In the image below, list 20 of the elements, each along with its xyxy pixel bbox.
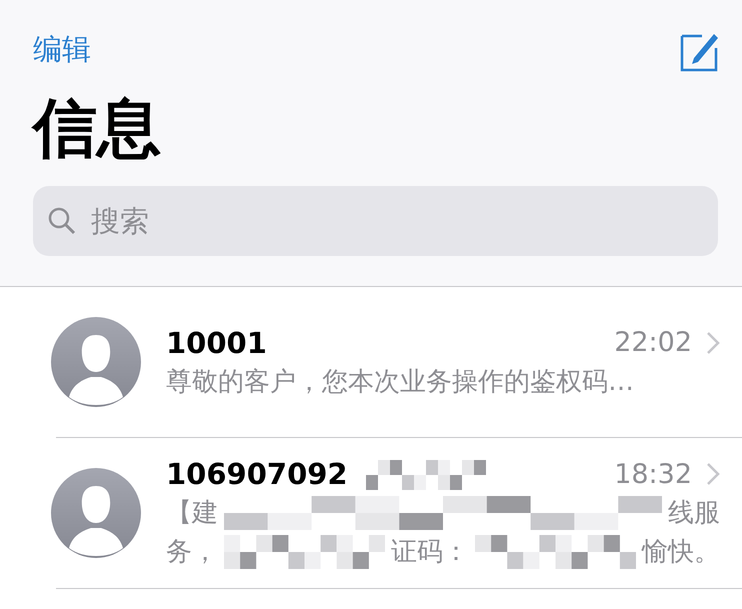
search-icon [47,206,77,236]
page-title: 信息 [33,94,162,164]
message-preview: 愉快。 [642,536,720,570]
message-preview: 【建 [166,497,218,530]
message-preview: 务， [166,536,218,570]
message-preview: 证码： [391,536,469,570]
message-time: 22:02 [614,327,692,358]
avatar-icon [51,468,141,558]
avatar-icon [51,317,141,408]
sender-name: 10001 [166,326,267,360]
conversation-row[interactable]: 10001 22:02 尊敬的客户，您本次业务操作的鉴权码… [56,287,742,438]
message-preview: 尊敬的客户，您本次业务操作的鉴权码… [166,366,634,399]
message-time: 18:32 [614,458,692,490]
conversation-row[interactable]: 106907092 18:32 【建 线服 务， 证码： 愉快。 [56,438,742,590]
search-field[interactable]: 搜索 [33,186,718,256]
message-preview: 线服 [668,497,720,530]
sender-name: 106907092 [166,457,348,492]
chevron-icon [706,330,720,355]
chevron-icon [706,462,720,486]
edit-link[interactable]: 编辑 [33,30,91,70]
